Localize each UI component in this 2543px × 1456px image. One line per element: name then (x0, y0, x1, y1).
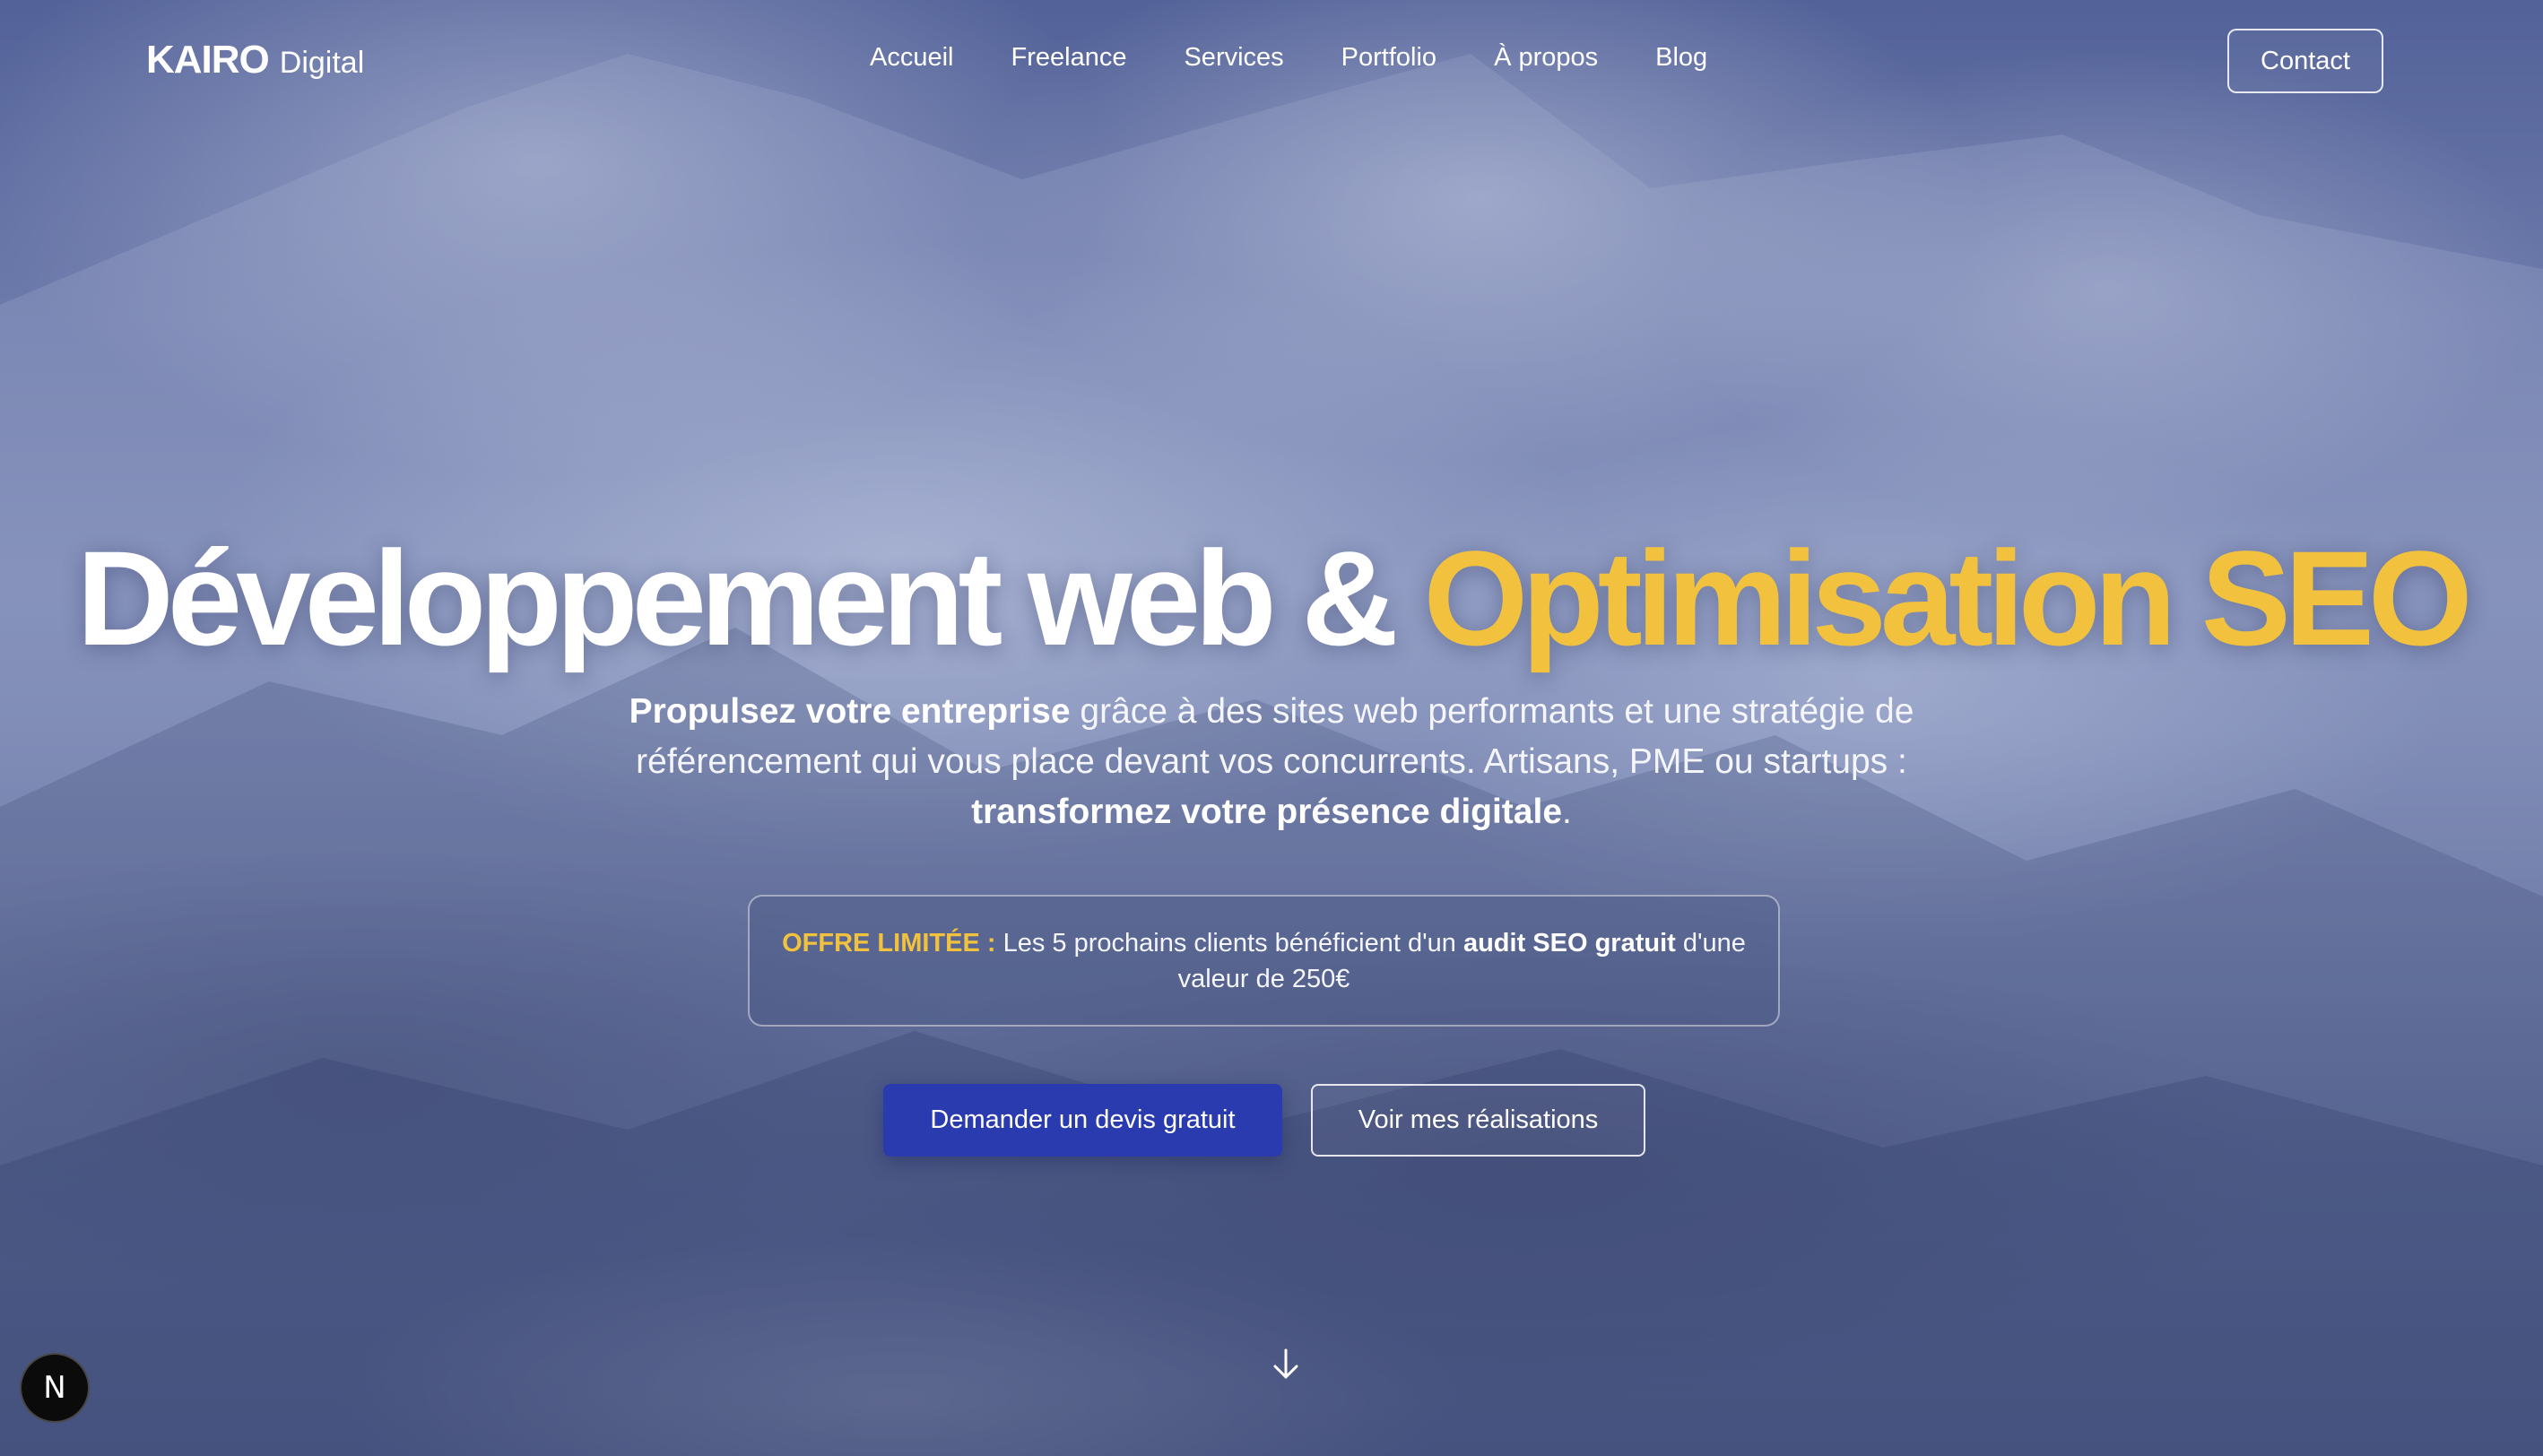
nav-link-a-propos[interactable]: À propos (1494, 43, 1598, 73)
dev-tools-badge-letter: N (43, 1370, 66, 1406)
request-quote-button[interactable]: Demander un devis gratuit (883, 1084, 1282, 1157)
view-portfolio-button[interactable]: Voir mes réalisations (1311, 1084, 1645, 1157)
hero-title: Développement web & Optimisation SEO (0, 522, 2543, 674)
offer-tag: OFFRE LIMITÉE : (782, 928, 996, 958)
top-navigation: KAIRO Digital Accueil Freelance Services… (0, 0, 2543, 122)
brand-name-light: Digital (279, 46, 365, 80)
hero-subtitle: Propulsez votre entreprise grâce à des s… (554, 687, 1989, 837)
dev-tools-badge[interactable]: N (20, 1353, 90, 1423)
contact-button[interactable]: Contact (2227, 29, 2383, 93)
hero-subtitle-text-2: . (1562, 793, 1572, 831)
hero-subtitle-strong-1: Propulsez votre entreprise (629, 692, 1071, 731)
brand-name-strong: KAIRO (146, 38, 270, 82)
nav-links: Accueil Freelance Services Portfolio À p… (870, 43, 1707, 73)
hero-title-accent: Optimisation SEO (1423, 523, 2472, 673)
offer-text: OFFRE LIMITÉE : Les 5 prochains clients … (780, 925, 1748, 997)
arrow-down-icon[interactable] (1266, 1345, 1306, 1384)
brand-logo[interactable]: KAIRO Digital (146, 38, 364, 82)
nav-link-services[interactable]: Services (1184, 43, 1283, 73)
nav-link-portfolio[interactable]: Portfolio (1341, 43, 1436, 73)
hero-subtitle-strong-2: transformez votre présence digitale (971, 793, 1563, 831)
nav-link-freelance[interactable]: Freelance (1011, 43, 1127, 73)
offer-text-1: Les 5 prochains clients bénéficient d'un (995, 928, 1463, 958)
limited-offer-banner: OFFRE LIMITÉE : Les 5 prochains clients … (748, 895, 1780, 1027)
nav-link-accueil[interactable]: Accueil (870, 43, 954, 73)
hero-title-main: Développement web & (76, 523, 1424, 673)
nav-link-blog[interactable]: Blog (1655, 43, 1707, 73)
offer-strong: audit SEO gratuit (1462, 928, 1676, 958)
